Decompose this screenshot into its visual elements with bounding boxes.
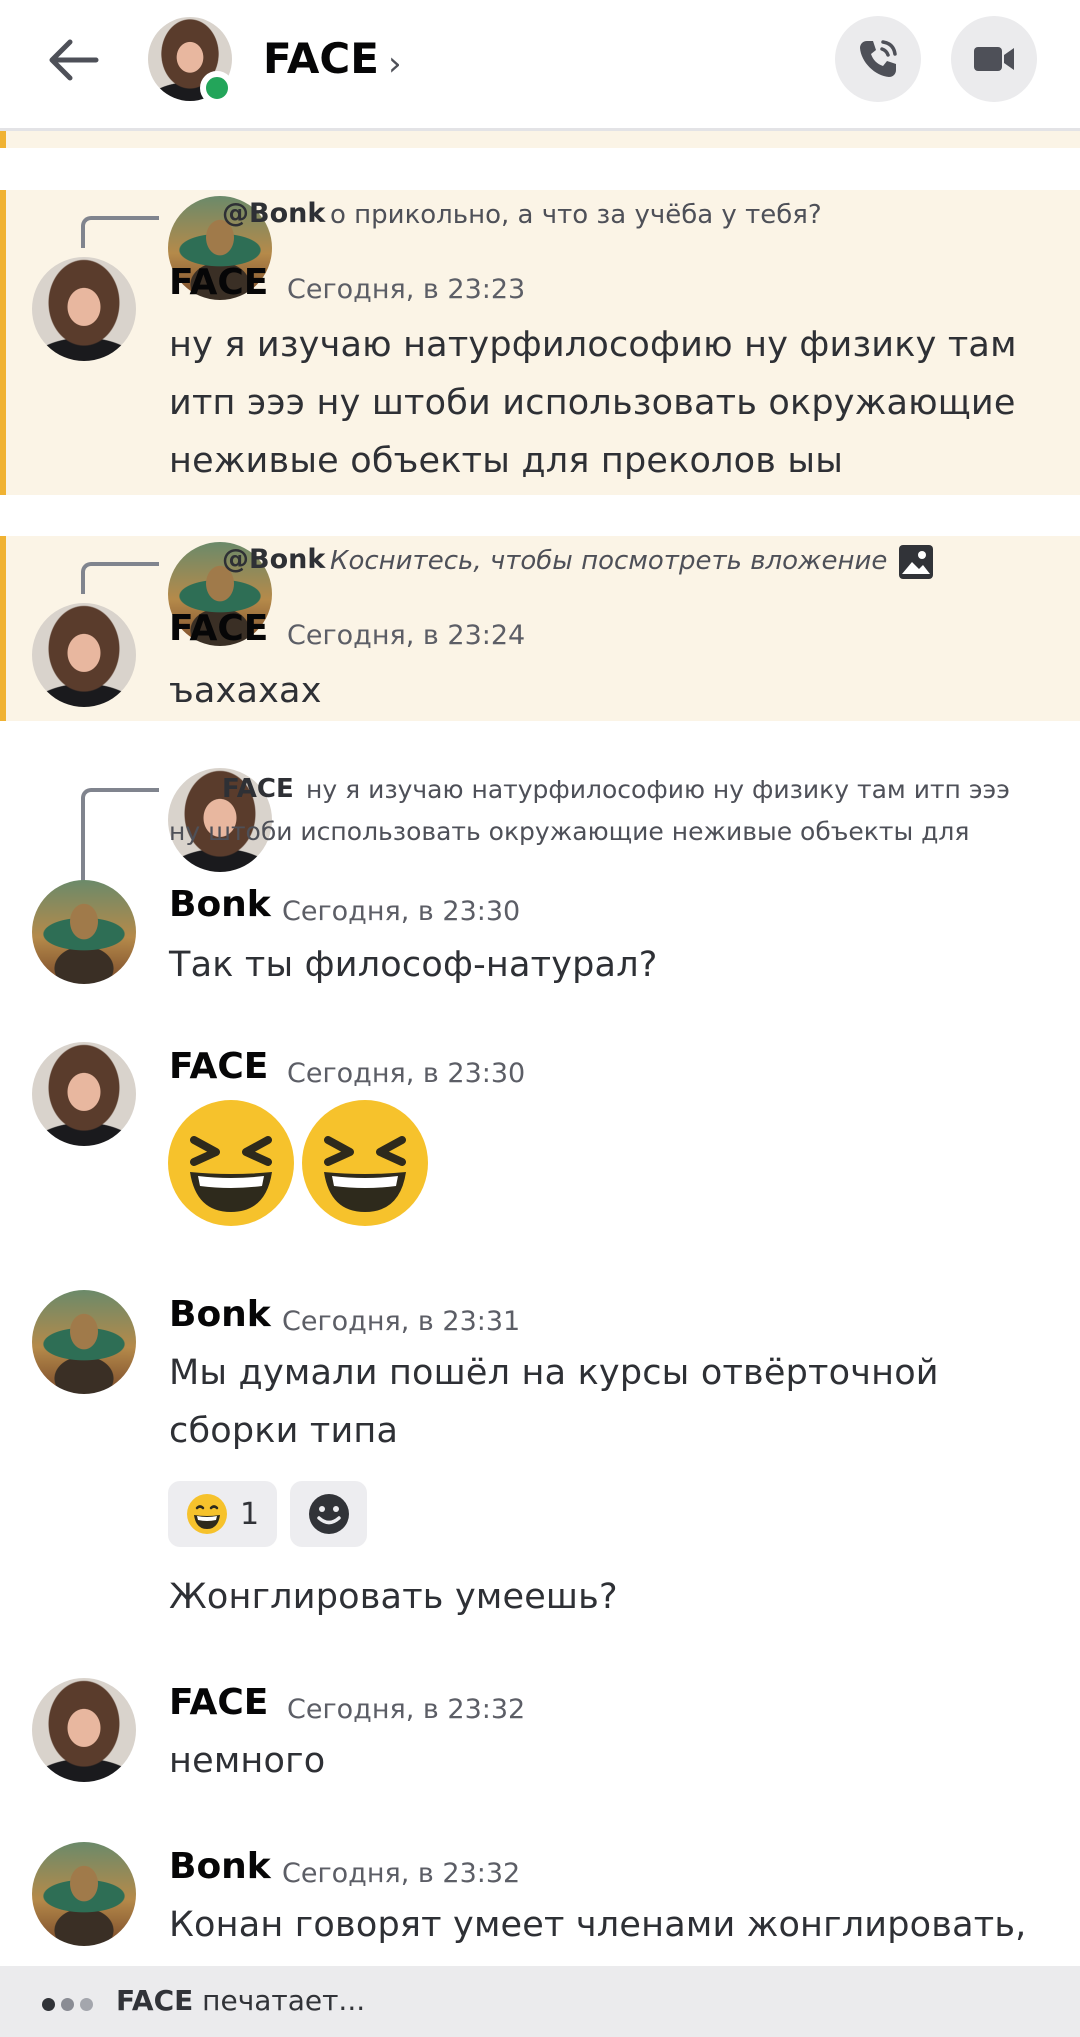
author-name[interactable]: FACE (169, 1682, 268, 1723)
add-reaction-icon[interactable] (290, 1481, 367, 1547)
online-status-icon (200, 71, 234, 105)
reply-preview-line1[interactable]: ну я изучаю натурфилософию ну физику там… (306, 775, 1010, 804)
reply-author[interactable]: @Bonk (222, 198, 325, 229)
avatar-face[interactable] (32, 257, 136, 361)
message-text-followup: Жонглировать умеешь? (169, 1577, 618, 1617)
avatar-bonk[interactable] (32, 880, 136, 984)
author-name[interactable]: FACE (169, 262, 268, 303)
author-name[interactable]: Bonk (169, 1294, 271, 1335)
laughing-face-emoji[interactable] (168, 1100, 294, 1226)
message-bonk-2331[interactable]: Bonk Сегодня, в 23:31 Мы думали пошёл на… (0, 1288, 1080, 1628)
timestamp: Сегодня, в 23:31 (282, 1306, 521, 1337)
reply-author[interactable]: FACE (222, 774, 294, 804)
phone-call-icon[interactable] (835, 16, 921, 102)
reply-author[interactable]: @Bonk (222, 544, 325, 575)
message-text: Так ты философ-натурал? (169, 945, 658, 985)
message-text: Конан говорят умеет членами жонглировать… (169, 1905, 1027, 1945)
message-text: Мы думали пошёл на курсы отвёрточной сбо… (169, 1353, 939, 1451)
timestamp: Сегодня, в 23:32 (287, 1694, 526, 1725)
message-text: ъахахах (169, 671, 322, 711)
typing-dots-icon (42, 1996, 99, 2015)
chat-title[interactable]: FACE (263, 34, 379, 83)
author-name[interactable]: FACE (169, 608, 268, 649)
avatar-bonk[interactable] (32, 1842, 136, 1946)
message-bonk-2332[interactable]: Bonk Сегодня, в 23:32 Конан говорят умее… (0, 1840, 1080, 1966)
avatar-face[interactable] (32, 1678, 136, 1782)
laughing-face-emoji[interactable] (302, 1100, 428, 1226)
message-face-2332[interactable]: FACE Сегодня, в 23:32 немного (0, 1676, 1080, 1796)
avatar-bonk[interactable] (32, 1290, 136, 1394)
reply-preview-line2[interactable]: ну штоби использовать окружающие неживые… (169, 817, 969, 846)
typing-text: FACE печатает... (116, 1984, 366, 2017)
chat-header: FACE › (0, 0, 1080, 131)
avatar-face[interactable] (32, 603, 136, 707)
typing-indicator: FACE печатает... (0, 1966, 1080, 2037)
video-camera-icon[interactable] (951, 16, 1037, 102)
message-face-2324[interactable]: @Bonk Коснитесь, чтобы посмотреть вложен… (0, 536, 1080, 721)
author-name[interactable]: Bonk (169, 884, 271, 925)
reply-attachment-preview[interactable]: Коснитесь, чтобы посмотреть вложение (330, 546, 887, 576)
message-text: ну я изучаю натурфилософию ну физику там… (169, 325, 1017, 481)
chat-screen: FACE › @Bonk о прикольно, а что за учёба… (0, 0, 1080, 2037)
message-face-2330[interactable]: FACE Сегодня, в 23:30 (0, 1040, 1080, 1240)
message-face-2323[interactable]: @Bonk о прикольно, а что за учёба у тебя… (0, 190, 1080, 495)
grinning-face-emoji (186, 1494, 227, 1534)
message-text: немного (169, 1741, 326, 1781)
timestamp: Сегодня, в 23:30 (287, 1058, 526, 1089)
image-attachment-icon (898, 544, 934, 584)
reply-connector (81, 788, 159, 888)
timestamp: Сегодня, в 23:30 (282, 896, 521, 927)
avatar-face[interactable] (32, 1042, 136, 1146)
timestamp: Сегодня, в 23:24 (287, 620, 526, 651)
reply-connector (81, 216, 159, 248)
reply-preview[interactable]: о прикольно, а что за учёба у тебя? (330, 200, 822, 230)
timestamp: Сегодня, в 23:23 (287, 274, 526, 305)
chevron-right-icon[interactable]: › (388, 44, 402, 84)
reaction-count: 1 (239, 1496, 260, 1532)
header-avatar[interactable] (148, 17, 234, 105)
previous-message-fragment (0, 131, 1080, 148)
reply-connector (81, 562, 159, 594)
author-name[interactable]: FACE (169, 1046, 268, 1087)
reaction-grinning[interactable]: 1 (168, 1481, 277, 1547)
message-bonk-2330[interactable]: FACE ну я изучаю натурфилософию ну физик… (0, 762, 1080, 992)
timestamp: Сегодня, в 23:32 (282, 1858, 521, 1889)
back-arrow-icon[interactable] (44, 30, 104, 90)
author-name[interactable]: Bonk (169, 1846, 271, 1887)
